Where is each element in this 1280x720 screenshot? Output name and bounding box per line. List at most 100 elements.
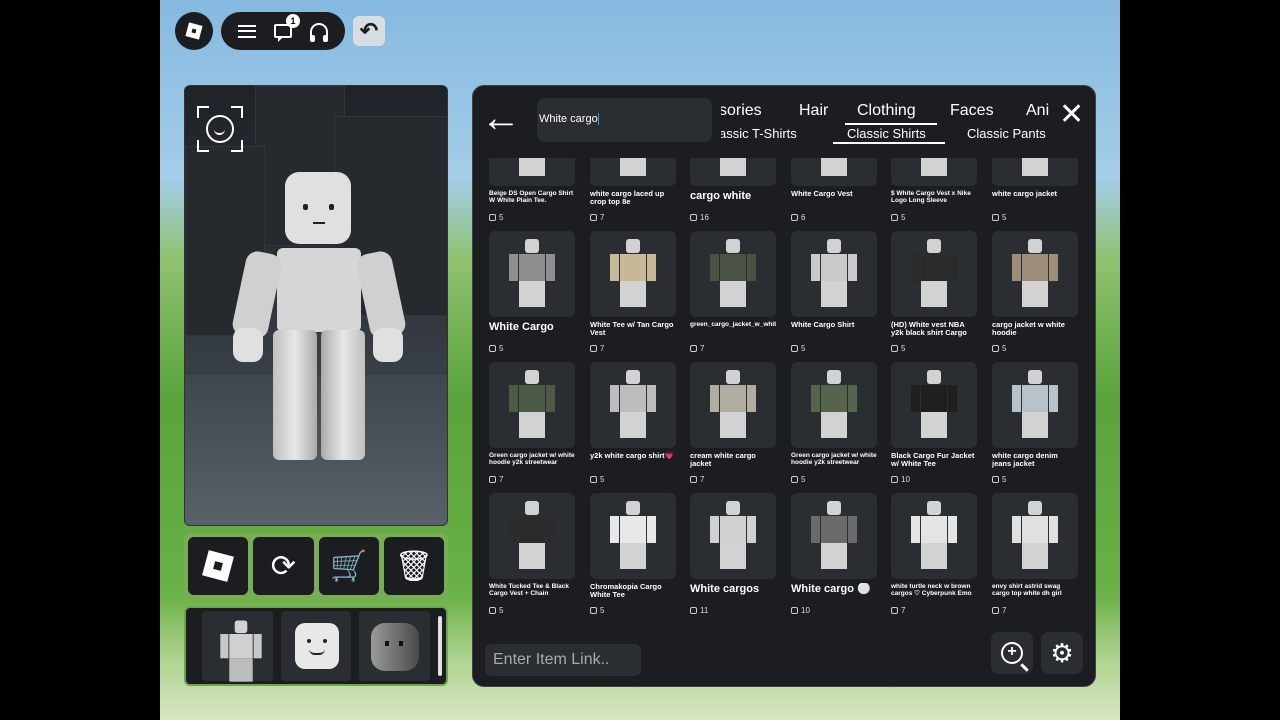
item-thumbnail bbox=[891, 493, 977, 579]
catalog-item[interactable]: white cargo jacket 5 bbox=[992, 158, 1078, 222]
notification-badge: 1 bbox=[286, 14, 300, 28]
avatar-left-leg bbox=[273, 330, 317, 460]
catalog-panel: ← White cargo sories Hair Clothing Faces… bbox=[472, 85, 1096, 687]
item-price: 7 bbox=[590, 344, 676, 353]
item-price-value: 5 bbox=[499, 213, 504, 222]
refresh-button[interactable]: ⟳ bbox=[253, 537, 314, 595]
worn-item-face[interactable] bbox=[280, 611, 352, 681]
item-name: white cargo laced up crop top 8e bbox=[590, 190, 665, 207]
voice-button[interactable] bbox=[304, 16, 334, 46]
catalog-item[interactable]: envy shirt astrid swag cargo top white d… bbox=[992, 493, 1078, 615]
tab-hair[interactable]: Hair bbox=[799, 102, 828, 120]
gear-icon: ⚙ bbox=[1050, 637, 1074, 668]
robux-icon bbox=[690, 214, 697, 221]
emote-button[interactable] bbox=[197, 106, 243, 152]
catalog-item[interactable]: Green cargo jacket w/ white hoodie y2k s… bbox=[489, 362, 575, 484]
item-thumbnail bbox=[590, 158, 676, 186]
item-price-value: 5 bbox=[801, 475, 806, 484]
catalog-item[interactable]: White Tucked Tee & Black Cargo Vest + Ch… bbox=[489, 493, 575, 615]
search-input[interactable]: White cargo bbox=[537, 98, 712, 142]
item-name: cream white cargo jacket bbox=[690, 452, 756, 469]
item-name: White Cargo bbox=[489, 321, 554, 333]
item-link-input[interactable]: Enter Item Link.. bbox=[485, 644, 641, 676]
tab-classic-shirts[interactable]: Classic Shirts bbox=[847, 126, 926, 141]
item-thumbnail bbox=[690, 158, 776, 186]
roblox-home-button[interactable] bbox=[188, 537, 249, 595]
item-price: 5 bbox=[791, 344, 877, 353]
item-thumbnail bbox=[489, 158, 575, 186]
item-price-value: 7 bbox=[700, 344, 705, 353]
robux-icon bbox=[690, 607, 697, 614]
trash-icon: 🗑 bbox=[394, 549, 433, 583]
catalog-item[interactable]: White cargo ⚪ 10 bbox=[791, 493, 877, 615]
avatar-right-hand bbox=[373, 328, 403, 362]
catalog-item[interactable]: cargo white 16 bbox=[690, 158, 776, 222]
chat-button[interactable]: 1 bbox=[268, 14, 300, 46]
worn-item-head[interactable] bbox=[359, 611, 431, 681]
item-thumbnail bbox=[489, 231, 575, 317]
catalog-item[interactable]: (HD) White vest NBA y2k black shirt Carg… bbox=[891, 231, 977, 353]
back-button[interactable]: ← bbox=[481, 98, 531, 138]
catalog-item[interactable]: $ White Cargo Vest x Nike Logo Long Slee… bbox=[891, 158, 977, 222]
catalog-item[interactable]: cargo jacket w white hoodie 5 bbox=[992, 231, 1078, 353]
catalog-item[interactable]: Black Cargo Fur Jacket w/ White Tee 10 bbox=[891, 362, 977, 484]
catalog-item[interactable]: cream white cargo jacket 7 bbox=[690, 362, 776, 484]
tab-animations[interactable]: Ani bbox=[1026, 102, 1049, 120]
item-thumbnail bbox=[590, 231, 676, 317]
worn-items-scrollbar[interactable] bbox=[438, 616, 442, 676]
catalog-item[interactable]: Green cargo jacket w/ white hoodie y2k s… bbox=[791, 362, 877, 484]
item-thumbnail bbox=[590, 493, 676, 579]
item-price: 5 bbox=[590, 475, 676, 484]
catalog-item[interactable]: white cargo denim jeans jacket 5 bbox=[992, 362, 1078, 484]
item-price-value: 5 bbox=[801, 344, 806, 353]
item-thumbnail bbox=[690, 493, 776, 579]
catalog-item[interactable]: white cargo laced up crop top 8e 7 bbox=[590, 158, 676, 222]
catalog-item[interactable]: white turtle neck w brown cargos ♡ Cyber… bbox=[891, 493, 977, 615]
avatar-preview[interactable] bbox=[184, 85, 448, 526]
settings-button[interactable]: ⚙ bbox=[1041, 632, 1083, 674]
item-price-value: 5 bbox=[901, 213, 906, 222]
item-price: 7 bbox=[690, 344, 776, 353]
tab-classic-tshirts[interactable]: assic T-Shirts bbox=[721, 126, 797, 141]
close-button[interactable]: ✕ bbox=[1059, 100, 1084, 130]
robux-icon bbox=[590, 345, 597, 352]
roblox-logo-icon bbox=[185, 22, 203, 40]
catalog-item[interactable]: White Cargo 5 bbox=[489, 231, 575, 353]
catalog-item[interactable]: White Tee w/ Tan Cargo Vest 7 bbox=[590, 231, 676, 353]
catalog-item[interactable]: White Cargo Shirt 5 bbox=[791, 231, 877, 353]
robux-icon bbox=[891, 214, 898, 221]
worn-items-bar bbox=[184, 606, 448, 686]
catalog-item[interactable]: Chromakopia Cargo White Tee 5 bbox=[590, 493, 676, 615]
hamburger-icon bbox=[238, 24, 256, 38]
item-name: White cargo ⚪ bbox=[791, 583, 871, 595]
item-price: 16 bbox=[690, 213, 776, 222]
worn-item-outfit[interactable] bbox=[202, 611, 273, 682]
catalog-item[interactable]: Beige DS Open Cargo Shirt W White Plain … bbox=[489, 158, 575, 222]
tab-clothing[interactable]: Clothing bbox=[857, 102, 916, 120]
catalog-item[interactable]: green_cargo_jacket_w_white_t 7 bbox=[690, 231, 776, 353]
catalog-item[interactable]: White Cargo Vest 6 bbox=[791, 158, 877, 222]
item-thumbnail bbox=[891, 231, 977, 317]
item-name: Chromakopia Cargo White Tee bbox=[590, 583, 662, 600]
catalog-item[interactable]: White cargos 11 bbox=[690, 493, 776, 615]
tab-faces[interactable]: Faces bbox=[950, 102, 994, 120]
item-grid: Beige DS Open Cargo Shirt W White Plain … bbox=[489, 158, 1083, 628]
item-price-value: 7 bbox=[499, 475, 504, 484]
item-name: Black Cargo Fur Jacket w/ White Tee bbox=[891, 452, 975, 469]
item-name: cargo jacket w white hoodie bbox=[992, 321, 1065, 338]
item-name: (HD) White vest NBA y2k black shirt Carg… bbox=[891, 321, 967, 338]
item-price: 5 bbox=[992, 213, 1078, 222]
menu-button[interactable] bbox=[232, 16, 262, 46]
item-thumbnail bbox=[690, 362, 776, 448]
roblox-menu-button[interactable] bbox=[175, 12, 213, 50]
undo-button[interactable]: ↶ bbox=[353, 16, 385, 46]
item-thumbnail bbox=[489, 362, 575, 448]
robux-icon bbox=[992, 345, 999, 352]
zoom-button[interactable]: + bbox=[991, 632, 1033, 674]
tab-accessories[interactable]: sories bbox=[721, 102, 762, 120]
cart-button[interactable]: 🛒 bbox=[318, 537, 379, 595]
catalog-item[interactable]: y2k white cargo shirt💗 5 bbox=[590, 362, 676, 484]
delete-button[interactable]: 🗑 bbox=[383, 537, 444, 595]
undo-icon: ↶ bbox=[359, 18, 379, 43]
tab-classic-pants[interactable]: Classic Pants bbox=[967, 126, 1046, 141]
